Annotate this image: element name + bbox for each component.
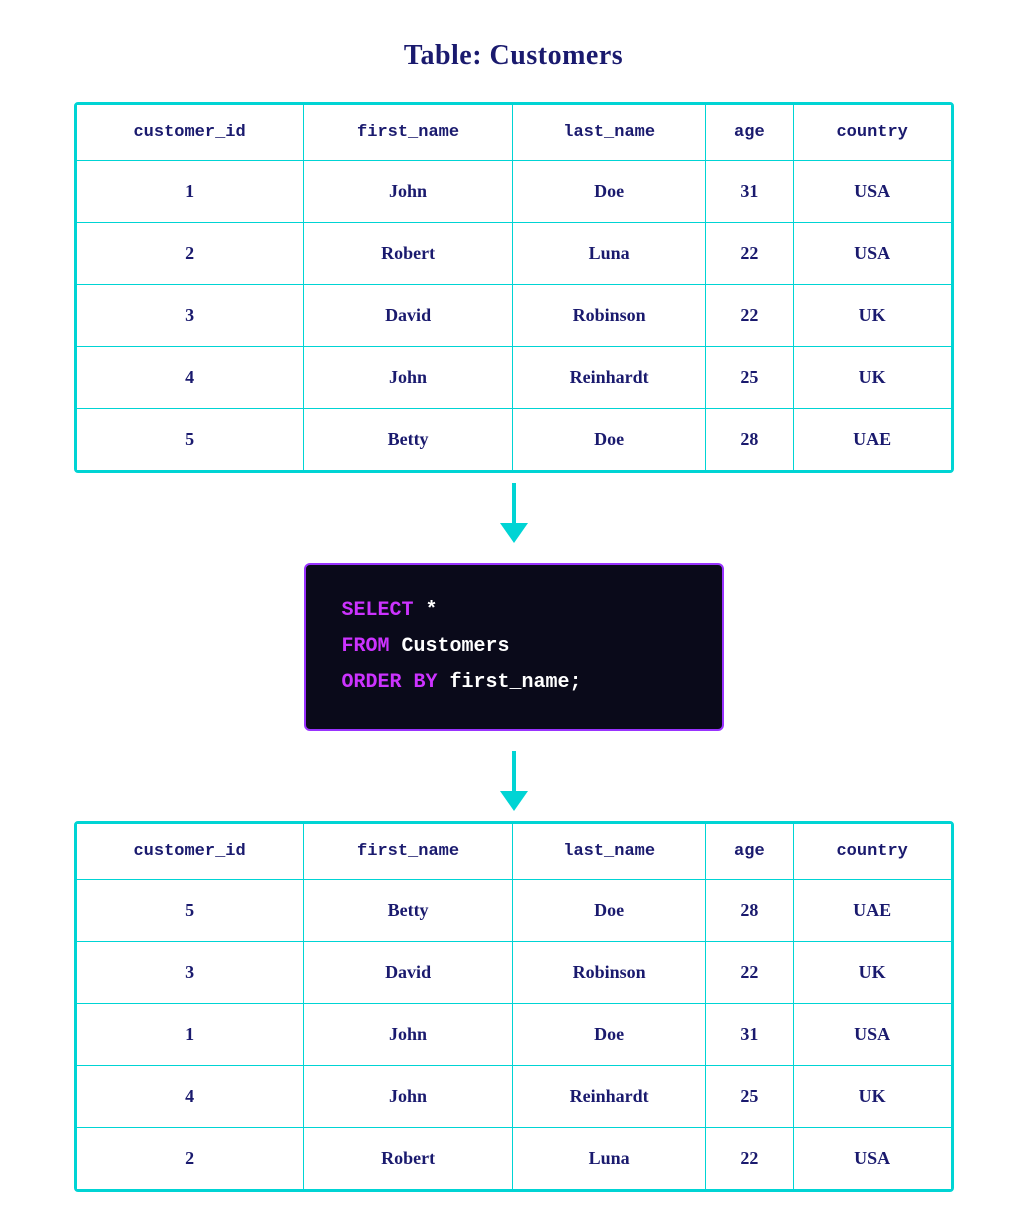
table-row: 5BettyDoe28UAE	[76, 409, 951, 471]
col-header-first-name-2: first_name	[303, 824, 513, 880]
arrow-head-1	[500, 523, 528, 543]
table-cell: Doe	[513, 880, 705, 942]
table-cell: 5	[76, 880, 303, 942]
table-cell: Betty	[303, 880, 513, 942]
table-row: 4JohnReinhardt25UK	[76, 347, 951, 409]
table-cell: 25	[705, 347, 793, 409]
table-cell: John	[303, 161, 513, 223]
table-row: 3DavidRobinson22UK	[76, 942, 951, 1004]
table-cell: UK	[793, 1066, 951, 1128]
top-table: customer_id first_name last_name age cou…	[74, 102, 954, 473]
table-cell: David	[303, 285, 513, 347]
col-header-last-name-2: last_name	[513, 824, 705, 880]
table-cell: USA	[793, 1004, 951, 1066]
table-row: 5BettyDoe28UAE	[76, 880, 951, 942]
table-row: 2RobertLuna22USA	[76, 223, 951, 285]
table-cell: 22	[705, 1128, 793, 1190]
table-cell: John	[303, 1004, 513, 1066]
table-cell: John	[303, 1066, 513, 1128]
table-cell: 2	[76, 1128, 303, 1190]
table-cell: UK	[793, 347, 951, 409]
col-header-country-2: country	[793, 824, 951, 880]
col-header-age-2: age	[705, 824, 793, 880]
col-header-last-name: last_name	[513, 105, 705, 161]
table-cell: UAE	[793, 880, 951, 942]
table-row: 3DavidRobinson22UK	[76, 285, 951, 347]
sql-keyword-from: FROM	[342, 635, 390, 658]
sql-line-3: ORDER BY first_name;	[342, 665, 686, 701]
table-cell: 1	[76, 1004, 303, 1066]
table-cell: Robert	[303, 223, 513, 285]
sql-line-1: SELECT *	[342, 593, 686, 629]
table-row: 4JohnReinhardt25UK	[76, 1066, 951, 1128]
bottom-table: customer_id first_name last_name age cou…	[74, 821, 954, 1192]
table-cell: Robinson	[513, 285, 705, 347]
table-cell: 22	[705, 223, 793, 285]
sql-keyword-select: SELECT	[342, 599, 414, 622]
col-header-age: age	[705, 105, 793, 161]
table-cell: 3	[76, 942, 303, 1004]
table-cell: Doe	[513, 1004, 705, 1066]
sql-query-box: SELECT * FROM Customers ORDER BY first_n…	[304, 563, 724, 731]
bottom-table-header-row: customer_id first_name last_name age cou…	[76, 824, 951, 880]
table-cell: 22	[705, 285, 793, 347]
table-row: 1JohnDoe31USA	[76, 161, 951, 223]
table-cell: 22	[705, 942, 793, 1004]
table-cell: 2	[76, 223, 303, 285]
arrow-down-2	[500, 751, 528, 811]
sql-keyword-orderby: ORDER BY	[342, 671, 438, 694]
table-cell: Reinhardt	[513, 1066, 705, 1128]
arrow-head-2	[500, 791, 528, 811]
table-cell: 1	[76, 161, 303, 223]
table-cell: Luna	[513, 1128, 705, 1190]
table-cell: UAE	[793, 409, 951, 471]
table-cell: USA	[793, 223, 951, 285]
table-cell: 31	[705, 1004, 793, 1066]
col-header-customer-id-2: customer_id	[76, 824, 303, 880]
table-cell: Doe	[513, 161, 705, 223]
table-cell: 25	[705, 1066, 793, 1128]
table-cell: Robert	[303, 1128, 513, 1190]
table-cell: UK	[793, 942, 951, 1004]
col-header-country: country	[793, 105, 951, 161]
table-cell: 3	[76, 285, 303, 347]
col-header-customer-id: customer_id	[76, 105, 303, 161]
table-cell: Robinson	[513, 942, 705, 1004]
sql-orderby-rest: first_name;	[438, 671, 582, 694]
table-cell: 4	[76, 1066, 303, 1128]
table-cell: David	[303, 942, 513, 1004]
table-cell: 31	[705, 161, 793, 223]
arrow-down-1	[500, 483, 528, 543]
page-title: Table: Customers	[404, 40, 623, 72]
table-cell: UK	[793, 285, 951, 347]
table-cell: Reinhardt	[513, 347, 705, 409]
table-cell: 5	[76, 409, 303, 471]
col-header-first-name: first_name	[303, 105, 513, 161]
table-cell: Betty	[303, 409, 513, 471]
sql-from-rest: Customers	[390, 635, 510, 658]
table-cell: 28	[705, 409, 793, 471]
table-cell: Doe	[513, 409, 705, 471]
top-table-header-row: customer_id first_name last_name age cou…	[76, 105, 951, 161]
table-row: 1JohnDoe31USA	[76, 1004, 951, 1066]
table-row: 2RobertLuna22USA	[76, 1128, 951, 1190]
table-cell: 4	[76, 347, 303, 409]
table-cell: USA	[793, 1128, 951, 1190]
arrow-line-2	[512, 751, 516, 791]
sql-select-rest: *	[414, 599, 438, 622]
arrow-line-1	[512, 483, 516, 523]
table-cell: John	[303, 347, 513, 409]
table-cell: 28	[705, 880, 793, 942]
table-cell: Luna	[513, 223, 705, 285]
table-cell: USA	[793, 161, 951, 223]
sql-line-2: FROM Customers	[342, 629, 686, 665]
